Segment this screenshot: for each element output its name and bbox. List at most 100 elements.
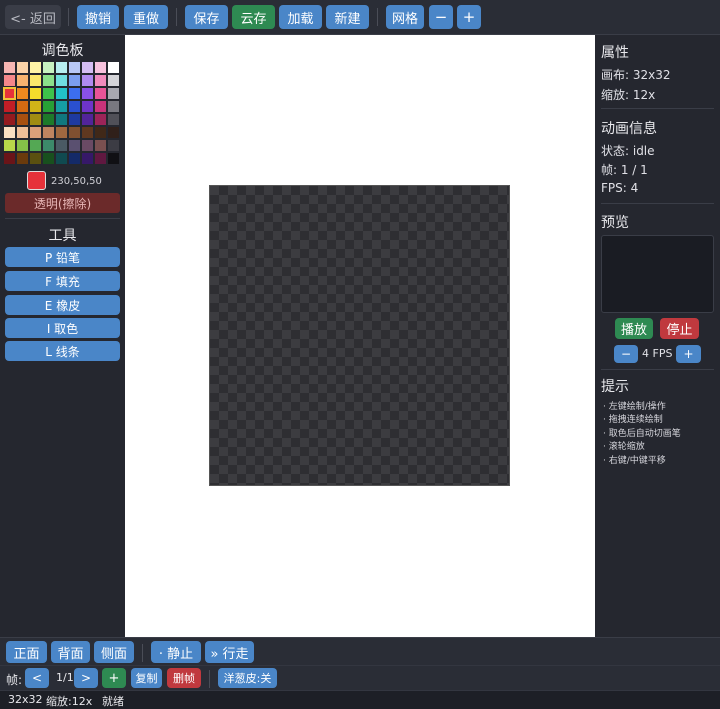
direction-side-button[interactable]: 侧面 (94, 641, 134, 663)
palette-swatch[interactable] (3, 126, 16, 139)
delete-frame-button[interactable]: 删帧 (167, 668, 201, 688)
palette-swatch[interactable] (55, 113, 68, 126)
tool-pencil[interactable]: P 铅笔 (5, 247, 120, 267)
palette-swatch[interactable] (42, 139, 55, 152)
palette-swatch[interactable] (94, 126, 107, 139)
palette-swatch[interactable] (107, 152, 120, 165)
palette-swatch[interactable] (55, 74, 68, 87)
palette-swatch[interactable] (81, 61, 94, 74)
undo-button[interactable]: 撤销 (77, 5, 119, 29)
palette-swatch[interactable] (29, 113, 42, 126)
copy-frame-button[interactable]: 复制 (131, 668, 162, 688)
walk-animation-button[interactable]: » 行走 (205, 641, 254, 663)
palette-swatch[interactable] (107, 113, 120, 126)
transparent-eraser-button[interactable]: 透明(擦除) (5, 193, 120, 213)
palette-swatch[interactable] (29, 126, 42, 139)
palette-swatch[interactable] (81, 113, 94, 126)
palette-swatch[interactable] (68, 87, 81, 100)
palette-swatch[interactable] (55, 87, 68, 100)
palette-swatch[interactable] (29, 74, 42, 87)
palette-swatch[interactable] (42, 126, 55, 139)
palette-swatch[interactable] (94, 139, 107, 152)
back-button[interactable]: <- 返回 (5, 5, 61, 29)
palette-swatch[interactable] (94, 74, 107, 87)
tool-picker[interactable]: I 取色 (5, 318, 120, 338)
idle-animation-button[interactable]: · 静止 (151, 641, 201, 663)
palette-swatch[interactable] (29, 61, 42, 74)
palette-swatch[interactable] (68, 126, 81, 139)
zoom-in-button[interactable]: + (457, 5, 481, 29)
palette-swatch[interactable] (3, 87, 16, 100)
fps-increase-button[interactable]: + (676, 345, 701, 363)
palette-swatch[interactable] (81, 100, 94, 113)
palette-swatch[interactable] (16, 126, 29, 139)
palette-swatch[interactable] (107, 100, 120, 113)
palette-swatch[interactable] (81, 126, 94, 139)
palette-swatch[interactable] (94, 152, 107, 165)
tool-line[interactable]: L 线条 (5, 341, 120, 361)
onion-skin-toggle[interactable]: 洋葱皮:关 (218, 668, 277, 688)
palette-swatch[interactable] (68, 113, 81, 126)
grid-toggle-button[interactable]: 网格 (386, 5, 424, 29)
palette-swatch[interactable] (107, 126, 120, 139)
palette-swatch[interactable] (55, 100, 68, 113)
palette-swatch[interactable] (42, 152, 55, 165)
palette-swatch[interactable] (107, 61, 120, 74)
palette-swatch[interactable] (3, 74, 16, 87)
palette-swatch[interactable] (16, 113, 29, 126)
palette-swatch[interactable] (42, 74, 55, 87)
direction-front-button[interactable]: 正面 (6, 641, 47, 663)
palette-swatch[interactable] (55, 126, 68, 139)
palette-swatch[interactable] (81, 87, 94, 100)
palette-swatch[interactable] (81, 74, 94, 87)
palette-swatch[interactable] (3, 152, 16, 165)
stop-button[interactable]: 停止 (660, 318, 699, 339)
prev-frame-button[interactable]: < (25, 668, 49, 688)
palette-swatch[interactable] (107, 87, 120, 100)
pixel-canvas[interactable] (209, 185, 510, 486)
palette-swatch[interactable] (3, 113, 16, 126)
palette-swatch[interactable] (68, 100, 81, 113)
save-button[interactable]: 保存 (185, 5, 228, 29)
palette-swatch[interactable] (55, 61, 68, 74)
fps-decrease-button[interactable]: − (614, 345, 638, 363)
palette-swatch[interactable] (68, 152, 81, 165)
palette-swatch[interactable] (81, 152, 94, 165)
cloud-save-button[interactable]: 云存 (232, 5, 275, 29)
canvas-area[interactable] (125, 35, 595, 637)
palette-swatch[interactable] (42, 113, 55, 126)
palette-swatch[interactable] (29, 87, 42, 100)
load-button[interactable]: 加载 (279, 5, 322, 29)
palette-swatch[interactable] (55, 139, 68, 152)
palette-swatch[interactable] (42, 61, 55, 74)
tool-fill[interactable]: F 填充 (5, 271, 120, 291)
palette-swatch[interactable] (16, 100, 29, 113)
palette-swatch[interactable] (55, 152, 68, 165)
palette-swatch[interactable] (16, 61, 29, 74)
palette-swatch[interactable] (16, 74, 29, 87)
add-frame-button[interactable]: + (102, 668, 126, 688)
tool-eraser[interactable]: E 橡皮 (5, 295, 120, 315)
palette-swatch[interactable] (16, 87, 29, 100)
palette-swatch[interactable] (29, 100, 42, 113)
redo-button[interactable]: 重做 (124, 5, 168, 29)
palette-swatch[interactable] (3, 139, 16, 152)
palette-swatch[interactable] (16, 152, 29, 165)
palette-swatch[interactable] (42, 87, 55, 100)
zoom-out-button[interactable]: − (429, 5, 453, 29)
palette-swatch[interactable] (16, 139, 29, 152)
palette-swatch[interactable] (81, 139, 94, 152)
palette-swatch[interactable] (94, 113, 107, 126)
palette-swatch[interactable] (68, 74, 81, 87)
palette-swatch[interactable] (68, 139, 81, 152)
palette-swatch[interactable] (94, 61, 107, 74)
new-button[interactable]: 新建 (326, 5, 369, 29)
palette-swatch[interactable] (107, 74, 120, 87)
palette-swatch[interactable] (68, 61, 81, 74)
direction-back-button[interactable]: 背面 (51, 641, 90, 663)
palette-swatch[interactable] (42, 100, 55, 113)
palette-swatch[interactable] (3, 100, 16, 113)
palette-swatch[interactable] (107, 139, 120, 152)
palette-swatch[interactable] (94, 87, 107, 100)
palette-swatch[interactable] (29, 139, 42, 152)
